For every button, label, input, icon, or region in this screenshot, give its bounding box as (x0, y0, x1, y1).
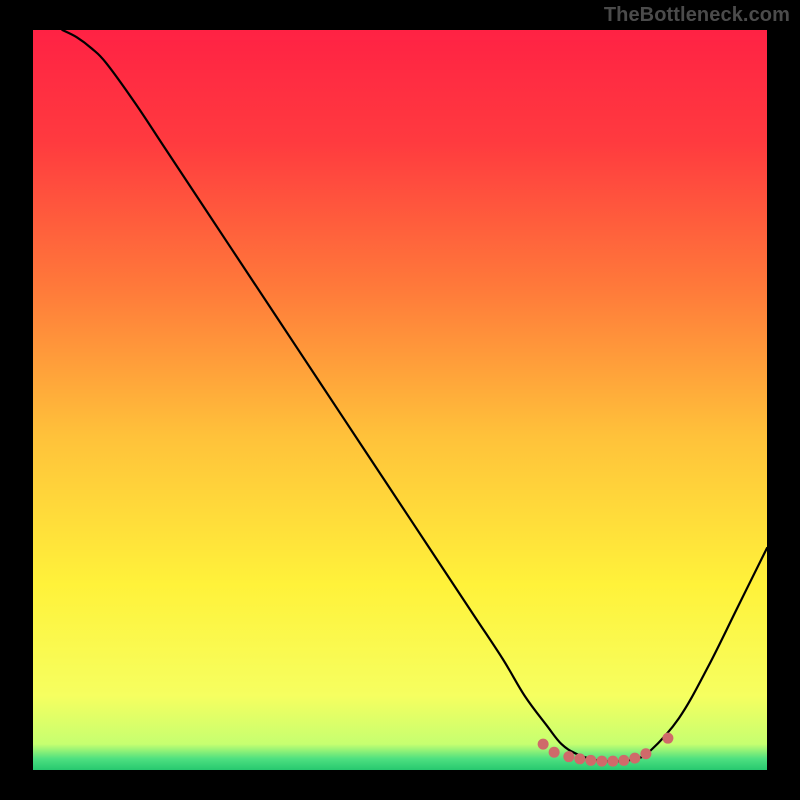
trough-dot (662, 733, 673, 744)
trough-dot (618, 755, 629, 766)
trough-dot (607, 756, 618, 767)
gradient-background (33, 30, 767, 770)
chart-svg (33, 30, 767, 770)
trough-dot (563, 751, 574, 762)
trough-dot (538, 739, 549, 750)
trough-dot (640, 748, 651, 759)
trough-dot (585, 755, 596, 766)
trough-dot (629, 753, 640, 764)
trough-dot (574, 753, 585, 764)
plot-area (33, 30, 767, 770)
trough-dot (596, 756, 607, 767)
watermark-text: TheBottleneck.com (604, 4, 790, 27)
trough-dot (549, 747, 560, 758)
chart-container: TheBottleneck.com (0, 0, 800, 800)
